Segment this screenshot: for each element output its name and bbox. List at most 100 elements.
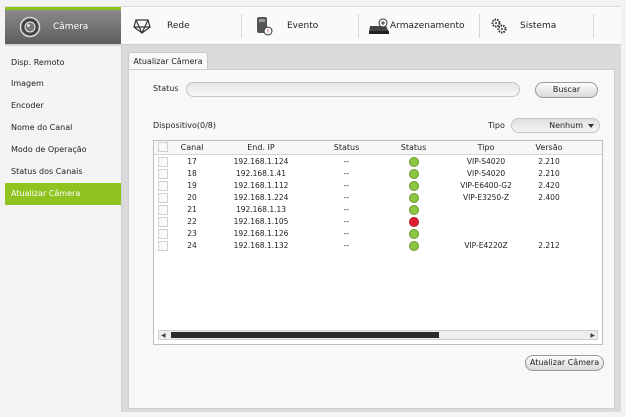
status-indicator-icon — [408, 217, 419, 227]
table-row[interactable]: 19 192.168.1.112 -- VIP-E6400-G2 2.420 — [154, 180, 602, 192]
status-indicator-icon — [408, 229, 419, 239]
sidebar: Disp. Remoto Imagem Encoder Nome do Cana… — [5, 46, 122, 412]
row-checkbox[interactable] — [158, 229, 168, 239]
row-checkbox[interactable] — [158, 241, 168, 251]
row-checkbox[interactable] — [158, 217, 168, 227]
sidebar-item-atualizar-camera[interactable]: Atualizar Câmera — [5, 183, 121, 205]
table-cell-tipo — [451, 204, 521, 216]
row-checkbox[interactable] — [158, 193, 168, 203]
update-camera-button[interactable]: Atualizar Câmera — [525, 355, 604, 371]
table-cell-ip: 192.168.1.13 — [235, 205, 287, 214]
sidebar-item-label: Disp. Remoto — [11, 58, 65, 67]
table-cell-ip: 192.168.1.126 — [233, 229, 289, 238]
status-indicator-icon — [408, 169, 419, 179]
nav-divider — [479, 14, 480, 38]
row-checkbox[interactable] — [158, 181, 168, 191]
sidebar-item-encoder[interactable]: Encoder — [5, 95, 121, 117]
table-row[interactable]: 24 192.168.1.132 -- VIP-E4220Z 2.212 — [154, 240, 602, 252]
status-indicator-icon — [408, 157, 419, 167]
table-cell-canal: 24 — [187, 241, 197, 250]
nav-label: Sistema — [520, 20, 557, 31]
sidebar-item-label: Modo de Operação — [11, 145, 87, 154]
status-label: Status — [153, 84, 179, 93]
column-header-ip: End. IP — [247, 143, 275, 152]
table-cell-canal: 23 — [187, 229, 197, 238]
table-cell-canal: 22 — [187, 217, 197, 226]
table-cell-tipo: VIP-S4020 — [466, 169, 506, 178]
table-cell-tipo: VIP-E3250-Z — [462, 193, 510, 202]
svg-text:!: ! — [267, 28, 269, 35]
nav-label: Câmera — [53, 22, 89, 32]
table-cell-ip: 192.168.1.41 — [235, 169, 287, 178]
search-button[interactable]: Buscar — [535, 82, 598, 98]
device-table: Canal End. IP Status Status Tipo Versão … — [153, 140, 603, 345]
table-row[interactable]: 18 192.168.1.41 -- VIP-S4020 2.210 — [154, 168, 602, 180]
table-cell-ip: 192.168.1.105 — [233, 217, 289, 226]
status-indicator-icon — [408, 193, 419, 203]
type-select-value: Nenhum — [549, 121, 583, 130]
table-cell-ip: 192.168.1.132 — [233, 241, 289, 250]
type-select[interactable]: Nenhum — [511, 118, 600, 133]
table-cell-status: -- — [343, 181, 350, 190]
nav-item-evento[interactable]: ! Evento — [255, 7, 365, 44]
select-all-checkbox[interactable] — [158, 142, 168, 152]
table-cell-status: -- — [343, 157, 350, 166]
table-cell-tipo: VIP-E6400-G2 — [460, 181, 512, 190]
horizontal-scrollbar[interactable]: ◀ ▶ — [158, 330, 598, 340]
column-header-tipo: Tipo — [477, 143, 495, 152]
sidebar-item-nome-do-canal[interactable]: Nome do Canal — [5, 117, 121, 139]
scroll-left-icon[interactable]: ◀ — [161, 332, 166, 339]
column-header-status: Status — [333, 143, 360, 152]
column-header-status-indicator: Status — [400, 143, 427, 152]
nav-item-camera[interactable]: Câmera — [5, 7, 121, 44]
sidebar-item-label: Status dos Canais — [11, 167, 83, 176]
status-indicator-icon — [408, 181, 419, 191]
table-cell-ip: 192.168.1.224 — [233, 193, 289, 202]
sidebar-item-modo-de-operacao[interactable]: Modo de Operação — [5, 139, 121, 161]
table-cell-status: -- — [343, 205, 350, 214]
table-cell-canal: 20 — [187, 193, 197, 202]
table-row[interactable]: 21 192.168.1.13 -- — [154, 204, 602, 216]
nav-item-armazenamento[interactable]: Armazenamento — [368, 7, 480, 44]
table-cell-status: -- — [343, 193, 350, 202]
sidebar-item-disp-remoto[interactable]: Disp. Remoto — [5, 52, 121, 74]
table-cell-canal: 21 — [187, 205, 197, 214]
table-row[interactable]: 22 192.168.1.105 -- — [154, 216, 602, 228]
storage-icon — [368, 18, 390, 34]
device-count: Dispositivo(0/8) — [153, 121, 217, 130]
camera-icon — [19, 16, 41, 38]
table-cell-ip: 192.168.1.124 — [233, 157, 289, 166]
table-cell-tipo — [451, 216, 521, 228]
scroll-right-icon[interactable]: ▶ — [590, 332, 595, 339]
table-cell-status: -- — [343, 169, 350, 178]
event-icon: ! — [255, 16, 273, 36]
table-row[interactable]: 23 192.168.1.126 -- — [154, 228, 602, 240]
sidebar-item-imagem[interactable]: Imagem — [5, 73, 121, 95]
table-cell-status: -- — [343, 241, 350, 250]
table-cell-ip: 192.168.1.112 — [233, 181, 289, 190]
nav-divider — [358, 14, 359, 38]
tab-atualizar-camera[interactable]: Atualizar Câmera — [128, 52, 208, 69]
sidebar-item-label: Nome do Canal — [11, 123, 73, 132]
scrollbar-thumb[interactable] — [171, 332, 439, 338]
type-label: Tipo — [488, 121, 505, 130]
row-checkbox[interactable] — [158, 157, 168, 167]
table-cell-status: -- — [343, 229, 350, 238]
table-cell-versao: 2.210 — [538, 169, 560, 178]
row-checkbox[interactable] — [158, 205, 168, 215]
status-indicator-icon — [408, 205, 419, 215]
sidebar-item-status-dos-canais[interactable]: Status dos Canais — [5, 161, 121, 183]
nav-item-sistema[interactable]: Sistema — [491, 7, 591, 44]
table-cell-versao — [524, 204, 574, 216]
table-cell-tipo: VIP-E4220Z — [464, 241, 508, 250]
table-cell-status: -- — [343, 217, 350, 226]
nav-label: Rede — [167, 20, 190, 31]
sidebar-item-label: Imagem — [11, 79, 44, 88]
table-cell-tipo — [451, 228, 521, 240]
table-row[interactable]: 20 192.168.1.224 -- VIP-E3250-Z 2.400 — [154, 192, 602, 204]
sidebar-item-label: Encoder — [11, 101, 44, 110]
table-row[interactable]: 17 192.168.1.124 -- VIP-S4020 2.210 — [154, 156, 602, 168]
nav-divider — [593, 14, 594, 38]
row-checkbox[interactable] — [158, 169, 168, 179]
nav-item-rede[interactable]: Rede — [133, 7, 233, 44]
